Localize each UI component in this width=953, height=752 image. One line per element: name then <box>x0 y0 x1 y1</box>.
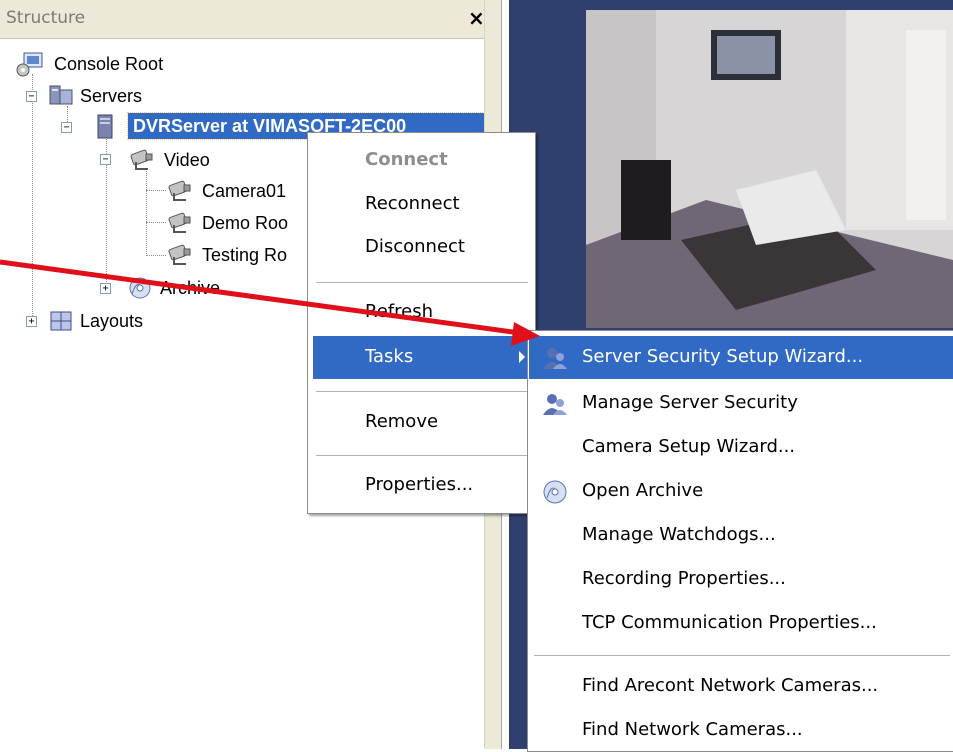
structure-panel-header: Structure × <box>0 0 500 39</box>
submenu-item-find-network-cameras[interactable]: Find Network Cameras... <box>529 711 953 749</box>
menu-item-label: Tasks <box>365 346 414 367</box>
tree-connector <box>146 255 166 256</box>
tree-item-servers[interactable]: Servers <box>48 84 142 108</box>
server-icon <box>97 114 113 139</box>
submenu-item-label: Server Security Setup Wizard... <box>582 346 864 367</box>
tree-label-servers: Servers <box>80 85 143 106</box>
console-root-icon <box>16 52 43 77</box>
submenu-item-find-arecont-network-cameras[interactable]: Find Arecont Network Cameras... <box>529 667 953 705</box>
tasks-submenu: Server Security Setup Wizard... Manage S… <box>527 330 953 752</box>
menu-item-remove[interactable]: Remove <box>313 403 529 441</box>
context-menu: Connect Reconnect Disconnect Refresh Tas… <box>307 132 536 514</box>
submenu-item-open-archive[interactable]: Open Archive <box>529 472 953 510</box>
collapse-toggle-video[interactable]: − <box>100 154 111 165</box>
menu-item-tasks[interactable]: Tasks <box>313 336 529 379</box>
menu-separator <box>534 655 950 656</box>
security-users-icon <box>543 348 567 369</box>
archive-disc-icon <box>129 277 151 299</box>
submenu-item-camera-setup-wizard[interactable]: Camera Setup Wizard... <box>529 428 953 466</box>
tree-label-archive: Archive <box>160 277 221 298</box>
camera-icon <box>168 244 191 265</box>
menu-item-label: Connect <box>365 149 448 170</box>
submenu-item-label: Camera Setup Wizard... <box>582 436 796 457</box>
menu-item-label: Properties... <box>365 474 474 495</box>
submenu-item-label: TCP Communication Properties... <box>582 612 877 633</box>
submenu-item-label: Find Arecont Network Cameras... <box>582 675 879 696</box>
menu-separator <box>316 282 528 283</box>
menu-item-refresh[interactable]: Refresh <box>313 293 529 331</box>
menu-separator <box>316 391 528 392</box>
submenu-item-manage-server-security[interactable]: Manage Server Security <box>529 384 953 422</box>
submenu-item-server-security-setup-wizard[interactable]: Server Security Setup Wizard... <box>529 336 953 379</box>
camera-icon <box>130 149 153 170</box>
servers-folder-icon <box>49 85 73 105</box>
menu-item-label: Reconnect <box>365 193 460 214</box>
tree-item-console-root[interactable]: Console Root <box>14 52 164 77</box>
tree-connector <box>32 74 33 324</box>
camera-video-frame <box>586 10 953 328</box>
tree-item-archive[interactable]: Archive <box>126 276 220 300</box>
tree-item-camera[interactable]: Testing Ro <box>166 243 287 267</box>
camera-icon <box>168 212 191 233</box>
submenu-item-recording-properties[interactable]: Recording Properties... <box>529 560 953 598</box>
archive-disc-icon <box>543 480 567 504</box>
tree-item-layouts[interactable]: Layouts <box>48 309 143 333</box>
menu-separator <box>316 455 528 456</box>
tree-item-camera[interactable]: Camera01 <box>166 179 286 203</box>
tree-label-video: Video <box>164 149 210 170</box>
tree-item-video[interactable]: Video <box>128 148 210 172</box>
submenu-arrow-icon <box>519 351 525 363</box>
tree-connector <box>146 171 147 256</box>
submenu-item-manage-watchdogs[interactable]: Manage Watchdogs... <box>529 516 953 554</box>
collapse-toggle-servers[interactable]: − <box>26 91 37 102</box>
camera-video-image <box>586 10 953 328</box>
menu-item-label: Refresh <box>365 301 433 322</box>
tree-label-camera: Testing Ro <box>202 244 288 265</box>
tree-label-console-root: Console Root <box>54 53 164 74</box>
collapse-toggle-server[interactable]: − <box>61 122 72 133</box>
submenu-item-label: Open Archive <box>582 480 704 501</box>
tree-label-camera: Demo Roo <box>202 212 289 233</box>
security-users-icon <box>543 394 567 415</box>
panel-title: Structure <box>6 8 86 28</box>
expand-toggle-layouts[interactable]: + <box>26 316 37 327</box>
menu-item-properties[interactable]: Properties... <box>313 466 529 504</box>
submenu-item-label: Manage Server Security <box>582 392 798 413</box>
menu-item-reconnect[interactable]: Reconnect <box>313 185 529 223</box>
tree-label-camera: Camera01 <box>202 180 287 201</box>
menu-item-connect: Connect <box>313 141 529 179</box>
tree-connector <box>146 222 166 223</box>
tree-item-camera[interactable]: Demo Roo <box>166 211 288 235</box>
tree-connector <box>146 190 166 191</box>
submenu-item-tcp-communication-properties[interactable]: TCP Communication Properties... <box>529 604 953 642</box>
menu-item-disconnect[interactable]: Disconnect <box>313 228 529 266</box>
close-icon[interactable]: × <box>468 6 485 30</box>
menu-item-label: Remove <box>365 411 439 432</box>
submenu-item-label: Recording Properties... <box>582 568 786 589</box>
expand-toggle-archive[interactable]: + <box>100 283 111 294</box>
menu-item-label: Disconnect <box>365 236 465 257</box>
camera-icon <box>168 180 191 201</box>
submenu-item-label: Manage Watchdogs... <box>582 524 776 545</box>
layouts-grid-icon <box>50 311 72 331</box>
tree-label-layouts: Layouts <box>80 310 144 331</box>
submenu-item-label: Find Network Cameras... <box>582 719 803 740</box>
